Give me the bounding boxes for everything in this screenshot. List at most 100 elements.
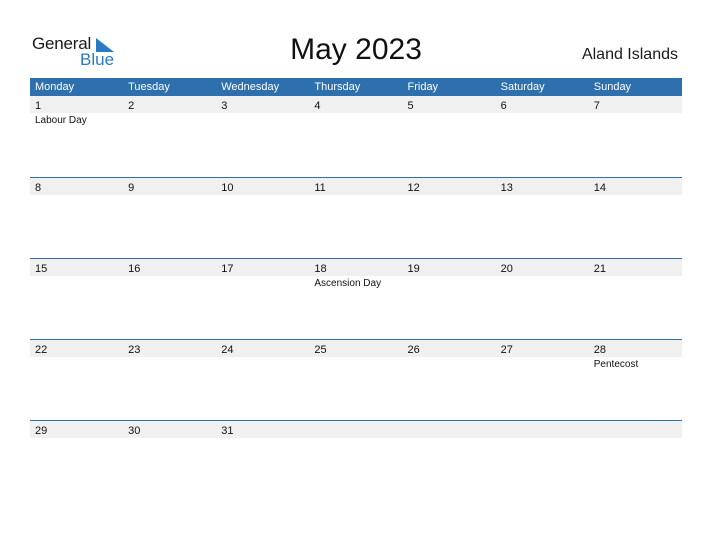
day-cell: 7 [589, 96, 682, 113]
week-row: 1 2 3 4 5 6 7 Labour Day [30, 96, 682, 177]
day-cell: 3 [216, 96, 309, 113]
holiday-label [589, 113, 682, 127]
day-cell [589, 421, 682, 438]
holiday-label [589, 195, 682, 196]
holiday-row [30, 438, 682, 439]
weekday-thursday: Thursday [314, 81, 361, 93]
holiday-label [123, 113, 216, 127]
holiday-label [123, 438, 216, 439]
day-cell: 4 [309, 96, 402, 113]
day-number: 6 [500, 100, 507, 112]
day-number: 26 [407, 344, 420, 356]
holiday-label [403, 195, 496, 196]
weekday-header: Monday Tuesday Wednesday Thursday Friday… [30, 78, 682, 96]
holiday-label [309, 357, 402, 371]
day-number: 28 [593, 344, 606, 356]
holiday-label [123, 357, 216, 371]
day-cell: 22 [30, 340, 123, 357]
day-number: 13 [500, 182, 513, 194]
day-number: 3 [221, 100, 228, 112]
weekday-tuesday: Tuesday [128, 81, 170, 93]
day-number: 7 [593, 100, 600, 112]
week-row: 29 30 31 [30, 420, 682, 501]
day-number: 9 [128, 182, 135, 194]
week-row: 8 9 10 11 12 13 14 [30, 177, 682, 258]
holiday-label [496, 195, 589, 196]
day-cell: 20 [496, 259, 589, 276]
day-cell: 1 [30, 96, 123, 113]
holiday-label [216, 113, 309, 127]
holiday-label [403, 113, 496, 127]
day-number: 1 [35, 100, 42, 112]
holiday-label [30, 276, 123, 290]
weekday-saturday: Saturday [500, 81, 545, 93]
day-cell: 29 [30, 421, 123, 438]
holiday-label [216, 438, 309, 439]
day-cell: 26 [403, 340, 496, 357]
day-number: 5 [407, 100, 414, 112]
holiday-label: Ascension Day [314, 278, 382, 289]
holiday-row: Pentecost [30, 357, 682, 371]
date-strip: 22 23 24 25 26 27 28 [30, 340, 682, 357]
day-cell: 31 [216, 421, 309, 438]
day-number: 11 [314, 182, 326, 194]
day-number: 18 [314, 263, 327, 275]
holiday-label [216, 357, 309, 371]
day-number: 27 [500, 344, 513, 356]
day-number: 10 [221, 182, 234, 194]
day-cell: 16 [123, 259, 216, 276]
day-number: 17 [221, 263, 234, 275]
holiday-label [589, 438, 682, 439]
day-cell: 18 [309, 259, 402, 276]
holiday-label [496, 438, 589, 439]
holiday-label [403, 357, 496, 371]
day-cell [309, 421, 402, 438]
day-number: 20 [500, 263, 513, 275]
day-number: 16 [128, 263, 141, 275]
date-strip: 15 16 17 18 19 20 21 [30, 259, 682, 276]
holiday-label [496, 357, 589, 371]
day-cell: 21 [589, 259, 682, 276]
date-strip: 8 9 10 11 12 13 14 [30, 178, 682, 195]
day-cell: 11 [309, 178, 402, 195]
day-number: 21 [593, 263, 606, 275]
holiday-label [30, 195, 123, 196]
week-row: 15 16 17 18 19 20 21 Ascension Day [30, 258, 682, 339]
day-cell [403, 421, 496, 438]
day-cell [496, 421, 589, 438]
holiday-row: Ascension Day [30, 276, 682, 290]
date-strip: 1 2 3 4 5 6 7 [30, 96, 682, 113]
day-number: 4 [314, 100, 321, 112]
holiday-label [496, 113, 589, 127]
weeks-container: 1 2 3 4 5 6 7 Labour Day 8 9 10 11 12 13 14 15 16 17 18 19 2… [30, 96, 682, 501]
day-cell: 14 [589, 178, 682, 195]
day-number: 8 [35, 182, 42, 194]
holiday-label: Pentecost [593, 359, 639, 370]
day-cell: 10 [216, 178, 309, 195]
day-cell: 27 [496, 340, 589, 357]
day-number: 12 [407, 182, 420, 194]
day-cell: 9 [123, 178, 216, 195]
country-label: Aland Islands [581, 46, 678, 63]
holiday-label [403, 438, 496, 439]
day-cell: 12 [403, 178, 496, 195]
weekday-monday: Monday [35, 81, 75, 93]
day-number: 30 [128, 425, 141, 437]
day-cell: 15 [30, 259, 123, 276]
day-number: 29 [35, 425, 48, 437]
holiday-label [216, 195, 309, 196]
weekday-sunday: Sunday [593, 81, 632, 93]
day-cell: 8 [30, 178, 123, 195]
week-row: 22 23 24 25 26 27 28 Pentecost [30, 339, 682, 420]
holiday-label [309, 438, 402, 439]
day-number: 19 [407, 263, 420, 275]
day-cell: 2 [123, 96, 216, 113]
day-cell: 30 [123, 421, 216, 438]
day-number: 22 [35, 344, 48, 356]
holiday-row: Labour Day [30, 113, 682, 127]
holiday-label [216, 276, 309, 290]
day-number: 15 [35, 263, 48, 275]
day-cell: 13 [496, 178, 589, 195]
holiday-label [309, 113, 402, 127]
holiday-label: Labour Day [35, 115, 87, 126]
